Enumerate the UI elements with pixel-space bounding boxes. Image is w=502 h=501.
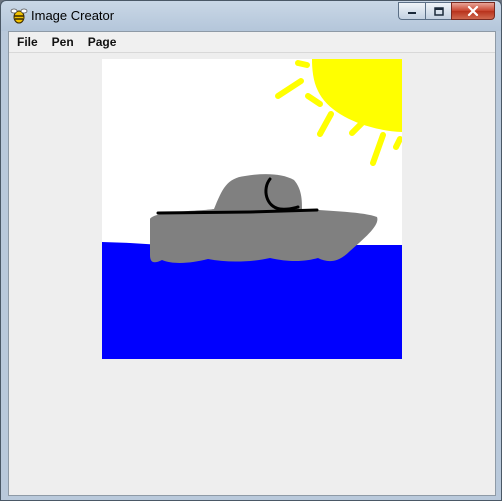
menu-page[interactable]: Page — [82, 32, 123, 52]
menu-bar: File Pen Page — [9, 32, 495, 53]
close-button[interactable] — [451, 2, 495, 20]
drawing-canvas[interactable] — [102, 59, 402, 359]
minimize-button[interactable] — [398, 2, 425, 20]
bee-icon — [10, 7, 28, 25]
close-icon — [467, 6, 479, 16]
maximize-button[interactable] — [425, 2, 451, 20]
window-title: Image Creator — [31, 8, 115, 23]
client-area: File Pen Page — [8, 31, 496, 496]
title-bar[interactable]: Image Creator — [1, 1, 501, 31]
canvas-drawing — [102, 59, 402, 359]
menu-file[interactable]: File — [11, 32, 44, 52]
caption-buttons — [398, 2, 495, 20]
minimize-icon — [408, 12, 416, 14]
app-window: Image Creator File Pen Page — [0, 0, 502, 501]
maximize-icon — [433, 6, 444, 16]
menu-pen[interactable]: Pen — [46, 32, 80, 52]
